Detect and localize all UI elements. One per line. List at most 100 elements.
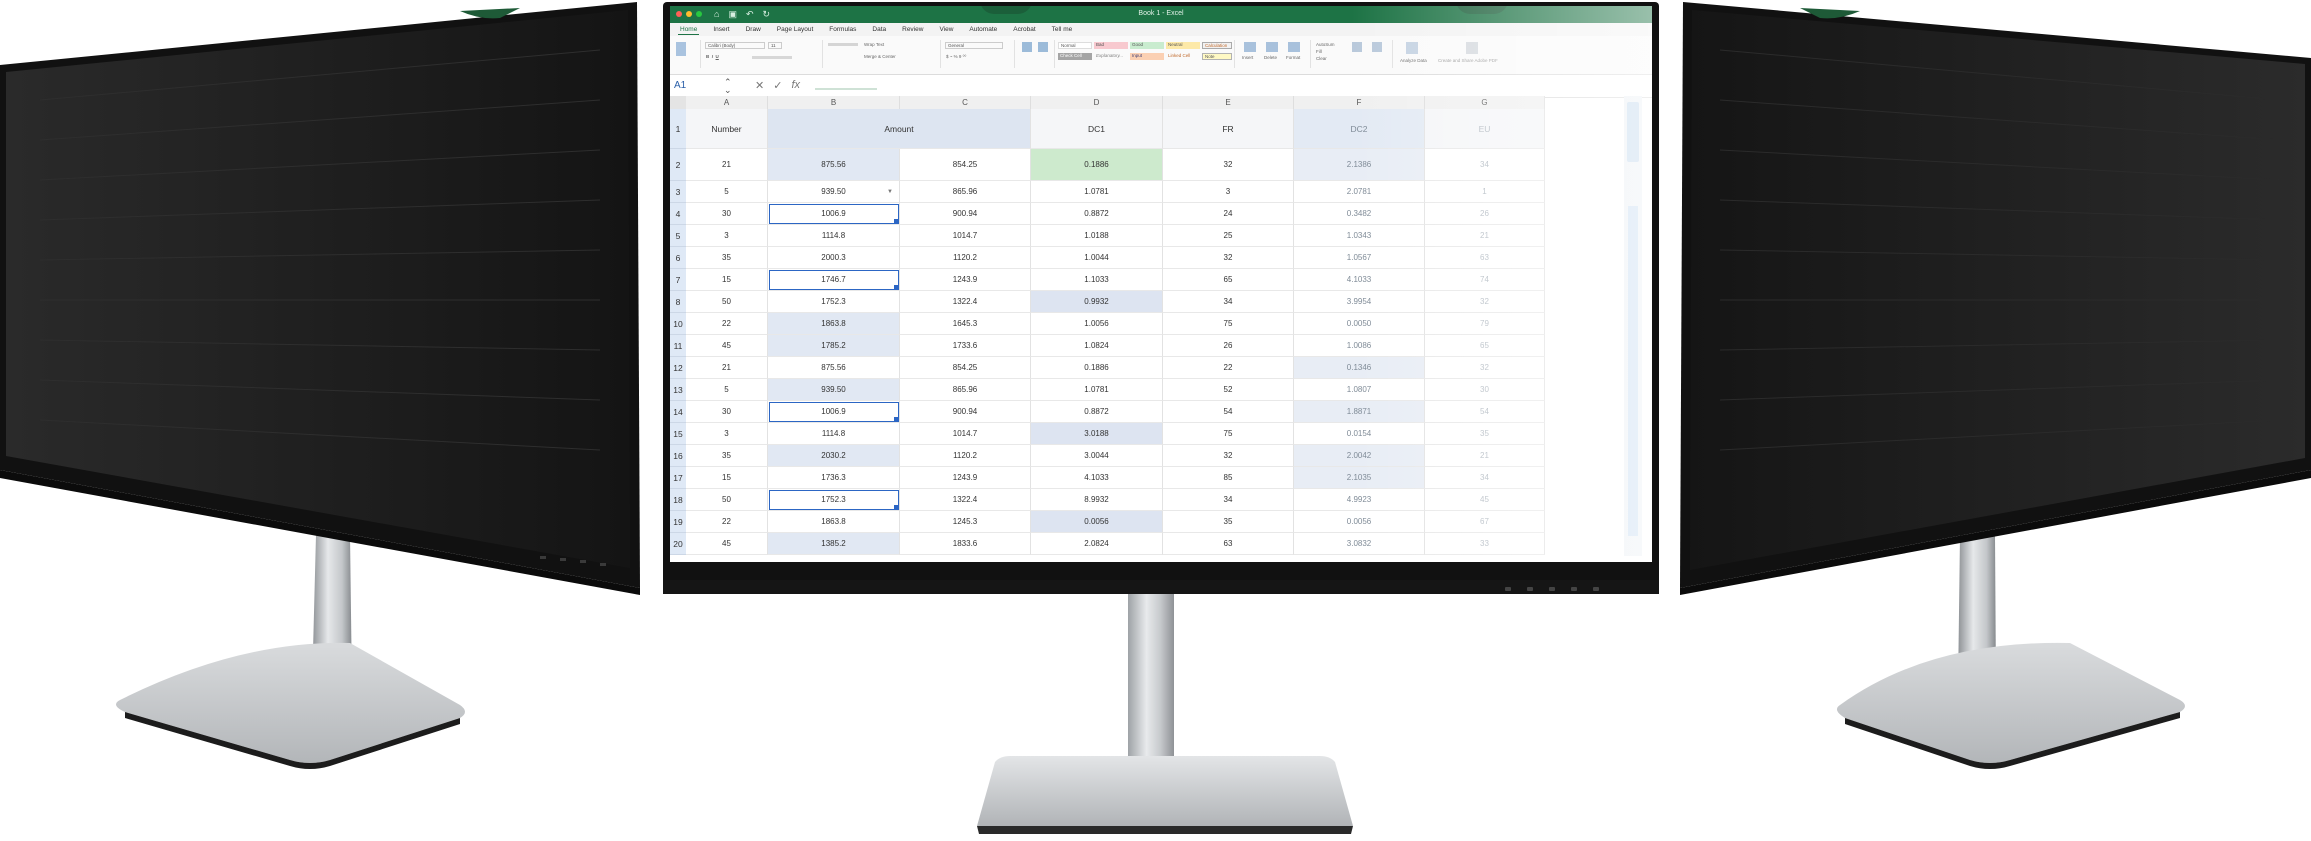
cell-g[interactable]: 35 xyxy=(1425,423,1545,445)
cell-b[interactable]: 1752.3 xyxy=(768,291,900,313)
cell-g[interactable]: 67 xyxy=(1425,511,1545,533)
cell-d[interactable]: 0.1886 xyxy=(1031,357,1163,379)
cell-f[interactable]: 1.0807 xyxy=(1294,379,1425,401)
cell-g[interactable]: 54 xyxy=(1425,401,1545,423)
cell-c[interactable]: 900.94 xyxy=(900,203,1031,225)
cell-f[interactable]: 4.1033 xyxy=(1294,269,1425,291)
column-header-f[interactable]: F xyxy=(1294,96,1425,109)
cell-e[interactable]: 3 xyxy=(1163,181,1294,203)
monitor-button[interactable] xyxy=(1549,587,1555,591)
style-bad[interactable]: Bad xyxy=(1094,42,1128,49)
wrap-text-button[interactable]: Wrap Text xyxy=(864,42,884,47)
number-format-select[interactable]: General xyxy=(945,42,1003,49)
row-header[interactable]: 11 xyxy=(670,335,686,357)
cell-g[interactable]: 1 xyxy=(1425,181,1545,203)
tab-tell-me[interactable]: Tell me xyxy=(1050,25,1075,34)
cell-c[interactable]: 1243.9 xyxy=(900,467,1031,489)
tab-formulas[interactable]: Formulas xyxy=(827,25,858,34)
style-note[interactable]: Note xyxy=(1202,53,1232,60)
vertical-scrollbar[interactable] xyxy=(1624,96,1642,556)
paste-icon[interactable] xyxy=(676,42,686,56)
row-header[interactable]: 19 xyxy=(670,511,686,533)
cell-f[interactable]: 3.0832 xyxy=(1294,533,1425,555)
font-color-controls[interactable] xyxy=(752,56,792,59)
row-header[interactable]: 17 xyxy=(670,467,686,489)
cell-d[interactable]: 1.1033 xyxy=(1031,269,1163,291)
tab-draw[interactable]: Draw xyxy=(744,25,763,34)
style-neutral[interactable]: Neutral xyxy=(1166,42,1200,49)
tab-insert[interactable]: Insert xyxy=(711,25,731,34)
cell-a[interactable]: 5 xyxy=(686,379,768,401)
cell-f[interactable]: 0.3482 xyxy=(1294,203,1425,225)
row-header[interactable]: 3 xyxy=(670,181,686,203)
row-header[interactable]: 10 xyxy=(670,313,686,335)
row-header[interactable]: 18 xyxy=(670,489,686,511)
fill-button[interactable]: Fill xyxy=(1316,49,1322,54)
column-header-d[interactable]: D xyxy=(1031,96,1163,109)
row-header[interactable]: 2 xyxy=(670,149,686,181)
cell-g[interactable]: 63 xyxy=(1425,247,1545,269)
monitor-button[interactable] xyxy=(1505,587,1511,591)
cell-e[interactable]: 75 xyxy=(1163,313,1294,335)
merge-center-button[interactable]: Merge & Center xyxy=(864,54,896,59)
cell-g[interactable]: 30 xyxy=(1425,379,1545,401)
tab-automate[interactable]: Automate xyxy=(967,25,999,34)
column-header-e[interactable]: E xyxy=(1163,96,1294,109)
cell-b[interactable]: 1746.7 xyxy=(768,269,900,291)
column-header-g[interactable]: G xyxy=(1425,96,1545,109)
cell-d[interactable]: 8.9932 xyxy=(1031,489,1163,511)
cell-c[interactable]: 1120.2 xyxy=(900,247,1031,269)
find-select-icon[interactable] xyxy=(1372,42,1382,52)
cell-c[interactable]: 1014.7 xyxy=(900,225,1031,247)
cell-d[interactable]: 0.9932 xyxy=(1031,291,1163,313)
style-normal[interactable]: Normal xyxy=(1058,42,1092,49)
cell-f[interactable]: 0.0154 xyxy=(1294,423,1425,445)
cell-a[interactable]: 15 xyxy=(686,467,768,489)
style-good[interactable]: Good xyxy=(1130,42,1164,49)
cell-a[interactable]: 50 xyxy=(686,291,768,313)
cell-c[interactable]: 865.96 xyxy=(900,181,1031,203)
cell-e[interactable]: 85 xyxy=(1163,467,1294,489)
cell-f[interactable]: 2.1035 xyxy=(1294,467,1425,489)
format-as-table-icon[interactable] xyxy=(1038,42,1048,52)
cell-d[interactable]: 1.0188 xyxy=(1031,225,1163,247)
number-format-buttons[interactable]: $ ~ % 9 ⁰⁰ xyxy=(946,54,966,60)
row-header[interactable]: 14 xyxy=(670,401,686,423)
row-header[interactable]: 1 xyxy=(670,109,686,149)
cell-e[interactable]: 25 xyxy=(1163,225,1294,247)
analyze-data-icon[interactable] xyxy=(1406,42,1418,54)
conditional-formatting-icon[interactable] xyxy=(1022,42,1032,52)
row-header[interactable]: 8 xyxy=(670,291,686,313)
cell-f[interactable]: 1.0567 xyxy=(1294,247,1425,269)
style-input[interactable]: Input xyxy=(1130,53,1164,60)
cell-e[interactable]: 34 xyxy=(1163,291,1294,313)
cell-e[interactable]: 34 xyxy=(1163,489,1294,511)
cell-b[interactable]: 939.50 xyxy=(768,379,900,401)
cell-e[interactable]: 26 xyxy=(1163,335,1294,357)
cell-e[interactable]: 54 xyxy=(1163,401,1294,423)
cell-f[interactable]: 1.8871 xyxy=(1294,401,1425,423)
fx-icon[interactable]: fx xyxy=(791,79,800,92)
tab-acrobat[interactable]: Acrobat xyxy=(1011,25,1037,34)
cell-b[interactable]: 875.56 xyxy=(768,357,900,379)
cell-a[interactable]: 50 xyxy=(686,489,768,511)
cell-d[interactable]: 1.0056 xyxy=(1031,313,1163,335)
cell-c[interactable]: 1833.6 xyxy=(900,533,1031,555)
row-header[interactable]: 12 xyxy=(670,357,686,379)
row-header[interactable]: 6 xyxy=(670,247,686,269)
cell-d[interactable]: 2.0824 xyxy=(1031,533,1163,555)
cell-g[interactable]: 34 xyxy=(1425,467,1545,489)
cell-b[interactable]: 1385.2 xyxy=(768,533,900,555)
column-header-b[interactable]: B xyxy=(768,96,900,109)
cell-d[interactable]: 0.0056 xyxy=(1031,511,1163,533)
cell-c[interactable]: 900.94 xyxy=(900,401,1031,423)
cell-d[interactable]: 1.0044 xyxy=(1031,247,1163,269)
cell-b[interactable]: 1006.9 xyxy=(768,203,900,225)
cell-b[interactable]: 1006.9 xyxy=(768,401,900,423)
tab-home[interactable]: Home xyxy=(678,25,700,35)
tab-review[interactable]: Review xyxy=(900,25,925,34)
cell-c[interactable]: 865.96 xyxy=(900,379,1031,401)
select-all-corner[interactable] xyxy=(670,96,686,109)
cell-b[interactable]: 1114.8 xyxy=(768,225,900,247)
scrollbar-track[interactable] xyxy=(1628,206,1638,536)
